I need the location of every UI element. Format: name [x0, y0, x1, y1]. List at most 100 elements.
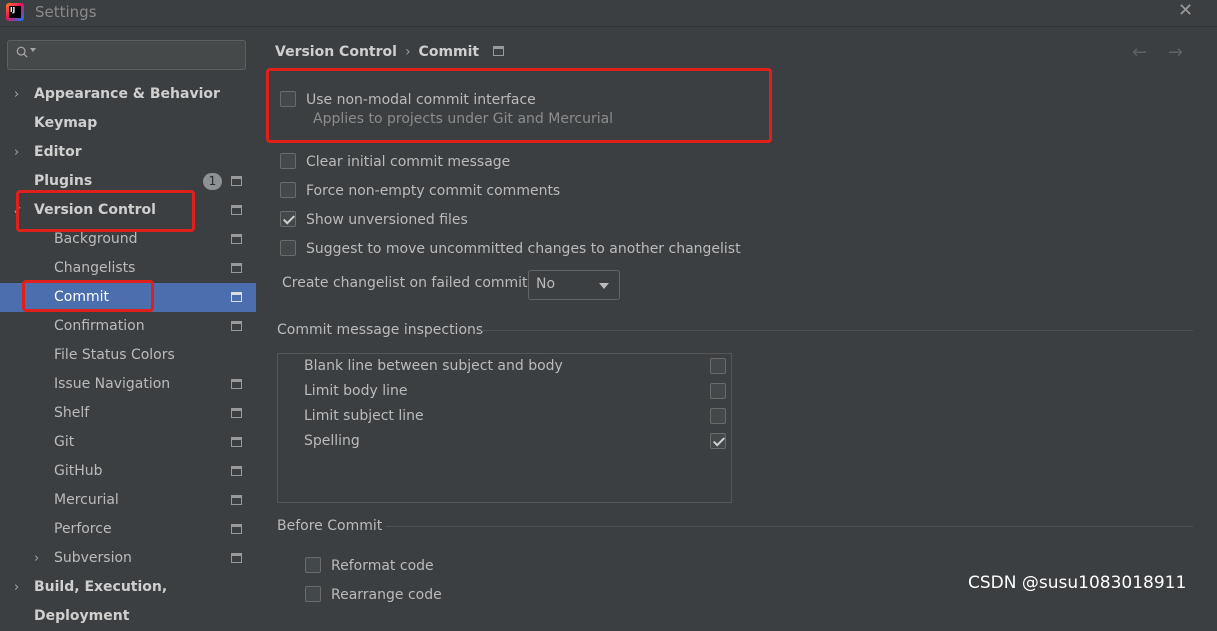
sidebar-item-subversion[interactable]: › Subversion	[0, 544, 256, 573]
inspection-row[interactable]: Limit subject line	[278, 404, 731, 429]
inspection-label: Limit subject line	[304, 408, 424, 424]
changelist-select[interactable]: No	[528, 270, 620, 300]
suggest-move-option[interactable]: Suggest to move uncommitted changes to a…	[280, 238, 780, 260]
inspection-row[interactable]: Limit body line	[278, 379, 731, 404]
show-unversioned-option[interactable]: Show unversioned files	[280, 209, 680, 231]
project-settings-icon	[231, 466, 242, 476]
sidebar-item-label: GitHub	[54, 463, 103, 479]
chevron-right-icon[interactable]: ›	[34, 544, 46, 573]
option-label: Reformat code	[331, 558, 434, 574]
sidebar-item-label: Editor	[34, 144, 82, 160]
inspections-list: Blank line between subject and body Limi…	[277, 353, 732, 503]
reformat-code-option[interactable]: Reformat code	[305, 555, 605, 577]
sidebar-item-label: Background	[54, 231, 138, 247]
inspection-label: Blank line between subject and body	[304, 358, 563, 374]
non-modal-commit-checkbox[interactable]	[280, 91, 296, 107]
breadcrumb-current: Commit	[418, 44, 480, 60]
breadcrumb-separator: ›	[404, 44, 411, 60]
sidebar-item-label: Issue Navigation	[54, 376, 171, 392]
search-box[interactable]	[7, 40, 246, 70]
sidebar-item-label: Build, Execution, Deployment	[34, 579, 168, 624]
rearrange-code-checkbox[interactable]	[305, 586, 321, 602]
suggest-move-checkbox[interactable]	[280, 240, 296, 256]
project-settings-icon	[231, 205, 242, 215]
section-divider	[481, 330, 1193, 331]
dropdown-arrow-icon	[599, 283, 609, 289]
breadcrumb: Version Control › Commit	[275, 44, 505, 60]
inspection-checkbox[interactable]	[710, 433, 726, 449]
sidebar-item-label: Commit	[54, 289, 109, 305]
sidebar-item-build-execution-deployment[interactable]: › Build, Execution, Deployment	[0, 573, 256, 624]
sidebar-item-label: File Status Colors	[54, 347, 175, 363]
settings-sidebar: › Appearance & Behavior Keymap › Editor …	[0, 27, 256, 624]
option-label: Show unversioned files	[306, 212, 468, 228]
sidebar-item-changelists[interactable]: Changelists	[0, 254, 256, 283]
option-label: Rearrange code	[331, 587, 442, 603]
chevron-right-icon[interactable]: ›	[14, 573, 26, 602]
sidebar-item-label: Mercurial	[54, 492, 119, 508]
project-settings-icon	[231, 553, 242, 563]
force-non-empty-checkbox[interactable]	[280, 182, 296, 198]
project-settings-icon	[231, 321, 242, 331]
window-title: Settings	[35, 3, 97, 21]
forward-arrow-icon[interactable]: →	[1168, 42, 1183, 63]
changelist-select-value: No	[536, 276, 556, 292]
sidebar-item-label: Perforce	[54, 521, 112, 537]
show-unversioned-checkbox[interactable]	[280, 211, 296, 227]
sidebar-item-perforce[interactable]: Perforce	[0, 515, 256, 544]
chevron-right-icon[interactable]: ›	[14, 138, 26, 167]
chevron-down-icon[interactable]: ✓	[13, 196, 25, 225]
inspection-checkbox[interactable]	[710, 408, 726, 424]
sidebar-item-mercurial[interactable]: Mercurial	[0, 486, 256, 515]
sidebar-item-label: Subversion	[54, 550, 132, 566]
sidebar-item-file-status-colors[interactable]: File Status Colors	[0, 341, 256, 370]
changelist-label: Create changelist on failed commit:	[282, 275, 533, 291]
sidebar-item-appearance-behavior[interactable]: › Appearance & Behavior	[0, 80, 256, 109]
sidebar-item-label: Confirmation	[54, 318, 145, 334]
sidebar-item-version-control[interactable]: ✓ Version Control	[0, 196, 256, 225]
force-non-empty-option[interactable]: Force non-empty commit comments	[280, 180, 680, 202]
inspection-checkbox[interactable]	[710, 383, 726, 399]
clear-initial-commit-option[interactable]: Clear initial commit message	[280, 151, 680, 173]
non-modal-commit-option[interactable]: Use non-modal commit interface	[280, 89, 680, 111]
inspections-section-title: Commit message inspections	[277, 322, 484, 338]
option-label: Force non-empty commit comments	[306, 183, 561, 199]
sidebar-item-label: Changelists	[54, 260, 136, 276]
sidebar-item-keymap[interactable]: Keymap	[0, 109, 256, 138]
inspection-checkbox[interactable]	[710, 358, 726, 374]
back-arrow-icon[interactable]: ←	[1132, 42, 1147, 63]
breadcrumb-parent[interactable]: Version Control	[275, 44, 397, 60]
project-settings-icon	[231, 495, 242, 505]
watermark-text: CSDN @susu1083018911	[968, 573, 1187, 593]
chevron-right-icon[interactable]: ›	[14, 80, 26, 109]
sidebar-item-plugins[interactable]: Plugins 1	[0, 167, 256, 196]
close-icon[interactable]: ✕	[1178, 0, 1193, 21]
project-settings-icon	[493, 46, 505, 56]
sidebar-item-commit[interactable]: Commit	[0, 283, 256, 312]
project-settings-icon	[231, 234, 242, 244]
sidebar-item-github[interactable]: GitHub	[0, 457, 256, 486]
sidebar-item-confirmation[interactable]: Confirmation	[0, 312, 256, 341]
clear-initial-commit-checkbox[interactable]	[280, 153, 296, 169]
sidebar-item-background[interactable]: Background	[0, 225, 256, 254]
sidebar-item-label: Git	[54, 434, 75, 450]
project-settings-icon	[231, 263, 242, 273]
project-settings-icon	[231, 176, 242, 186]
inspection-row[interactable]: Spelling	[278, 429, 731, 454]
settings-content: Version Control › Commit ← → Use non-modal…	[256, 27, 1217, 603]
search-input[interactable]	[44, 44, 243, 68]
rearrange-code-option[interactable]: Rearrange code	[305, 584, 605, 606]
sidebar-item-issue-navigation[interactable]: Issue Navigation	[0, 370, 256, 399]
reformat-code-checkbox[interactable]	[305, 557, 321, 573]
inspection-row[interactable]: Blank line between subject and body	[278, 354, 731, 379]
sidebar-item-shelf[interactable]: Shelf	[0, 399, 256, 428]
title-bar: IJ Settings ✕	[0, 0, 1217, 27]
plugins-update-badge: 1	[203, 173, 222, 190]
option-label: Clear initial commit message	[306, 154, 511, 170]
project-settings-icon	[231, 437, 242, 447]
project-settings-icon	[231, 292, 242, 302]
search-dropdown-icon[interactable]	[30, 48, 36, 52]
option-label: Suggest to move uncommitted changes to a…	[306, 241, 741, 257]
sidebar-item-git[interactable]: Git	[0, 428, 256, 457]
sidebar-item-editor[interactable]: › Editor	[0, 138, 256, 167]
